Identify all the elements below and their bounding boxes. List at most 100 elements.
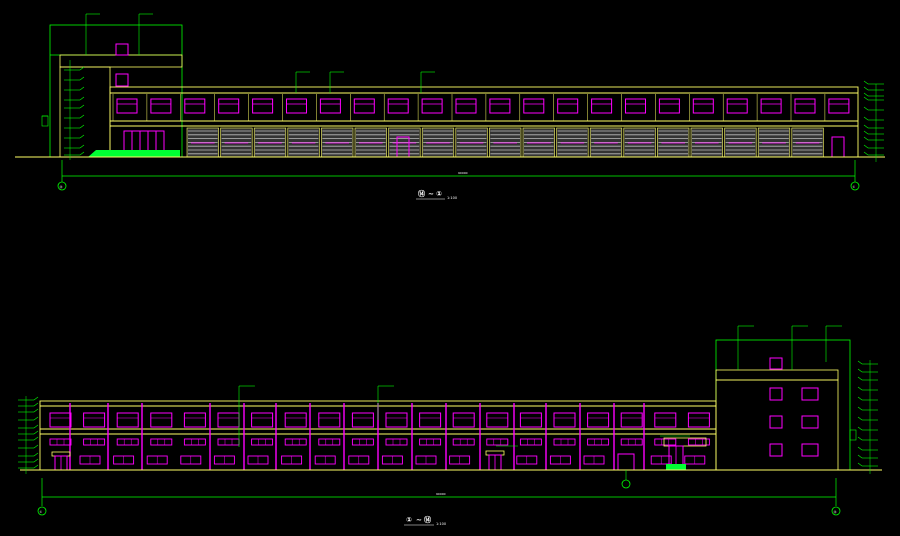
cad-drawing-canvas: 90000 ⑭ ① ⑭ ~ ① 1:100 90000 ① ⑭ ① ~ ⑭ 1:… [0, 0, 900, 536]
upper-window [654, 412, 677, 428]
level-tick [857, 376, 863, 381]
upper-window [252, 98, 274, 114]
entrance-bottom-4 [663, 437, 707, 470]
clerestory-window [486, 438, 509, 446]
main-entrance-top [123, 130, 165, 152]
clerestory-window [587, 438, 610, 446]
clerestory-window [318, 438, 341, 446]
upper-window [116, 412, 139, 428]
level-tick [79, 86, 85, 91]
level-tick [79, 134, 85, 139]
svg-text:⑭: ⑭ [834, 509, 837, 514]
level-tick [863, 136, 869, 141]
upper-window [620, 412, 643, 428]
shutter-door-row-top [186, 127, 824, 158]
middle-window-row-bottom [49, 438, 710, 446]
level-tick [863, 80, 869, 85]
level-tick [33, 408, 39, 413]
level-tick [33, 436, 39, 441]
axis-bubble-bottom-right: ⑭ [831, 506, 841, 516]
level-tick [857, 396, 863, 401]
upper-window [486, 412, 509, 428]
level-tick [857, 454, 863, 459]
level-tick [857, 416, 863, 421]
upper-window [150, 98, 172, 114]
upper-window [557, 98, 579, 114]
entrance-ramp-top [88, 150, 180, 157]
overall-dimension-bottom: 90000 [436, 492, 446, 496]
upper-window [385, 412, 408, 428]
upper-window-row-bottom [49, 412, 710, 428]
upper-window [421, 98, 443, 114]
level-tick [863, 116, 869, 121]
level-tick [33, 452, 39, 457]
level-tick [863, 144, 869, 149]
clerestory-window [251, 438, 274, 446]
level-tick [863, 130, 869, 135]
svg-text:①: ① [436, 190, 442, 198]
level-tick [79, 96, 85, 101]
clerestory-window [519, 438, 542, 446]
upper-window [687, 412, 710, 428]
clerestory-window [620, 438, 643, 446]
clerestory-window [284, 438, 307, 446]
upper-window [318, 412, 341, 428]
level-tick [857, 368, 863, 373]
stair-tower-bottom [715, 339, 851, 471]
level-tick [33, 464, 39, 469]
entrance-bottom-3 [617, 453, 635, 471]
upper-window [591, 98, 613, 114]
level-tick [33, 458, 39, 463]
tower-window-top [115, 43, 129, 56]
level-tick [79, 66, 85, 71]
upper-window [523, 98, 545, 114]
upper-window [286, 98, 307, 114]
upper-window [351, 412, 374, 428]
upper-window [284, 412, 307, 428]
upper-window [587, 412, 610, 428]
level-tick [33, 444, 39, 449]
clerestory-window [83, 438, 106, 446]
clerestory-window [217, 438, 240, 446]
upper-window [658, 98, 680, 114]
upper-window [49, 412, 72, 428]
upper-window [519, 412, 542, 428]
level-tick [857, 360, 863, 365]
level-tick [857, 446, 863, 451]
clerestory-window [654, 438, 677, 446]
clerestory-window [351, 438, 374, 446]
svg-text:1:100: 1:100 [436, 522, 446, 526]
svg-text:~: ~ [428, 190, 434, 198]
elevation-drawing: 90000 ⑭ ① ⑭ ~ ① 1:100 90000 ① ⑭ ① ~ ⑭ 1:… [15, 13, 885, 526]
upper-window [760, 98, 782, 114]
svg-text:⑭: ⑭ [424, 515, 431, 524]
axis-bubble-bottom-left: ① [37, 506, 47, 516]
level-tick [863, 96, 869, 101]
upper-window [489, 98, 511, 114]
level-tick [857, 462, 863, 467]
overall-dimension-top: 90000 [458, 171, 468, 175]
axis-bubble-top-right: ① [850, 181, 860, 191]
upper-window [217, 412, 240, 428]
svg-text:①: ① [406, 516, 412, 524]
level-tick [79, 114, 85, 119]
svg-text:1:100: 1:100 [447, 196, 457, 200]
level-tick [79, 124, 85, 129]
clerestory-window [183, 438, 206, 446]
upper-window [625, 98, 646, 114]
svg-text:⑭: ⑭ [60, 184, 63, 189]
upper-window [150, 412, 173, 428]
svg-text:①: ① [853, 185, 856, 189]
clerestory-window [116, 438, 139, 446]
level-tick [863, 106, 869, 111]
upper-window-row-top [112, 94, 850, 121]
elevation-top: 90000 ⑭ ① ⑭ ~ ① 1:100 [15, 13, 885, 200]
lower-window-row-bottom [79, 455, 706, 465]
upper-window [218, 98, 240, 114]
level-tick [857, 406, 863, 411]
clerestory-window [452, 438, 475, 446]
side-marker [849, 429, 857, 441]
tower-window-mid [115, 73, 129, 87]
upper-window [553, 412, 576, 428]
upper-window [116, 98, 138, 114]
